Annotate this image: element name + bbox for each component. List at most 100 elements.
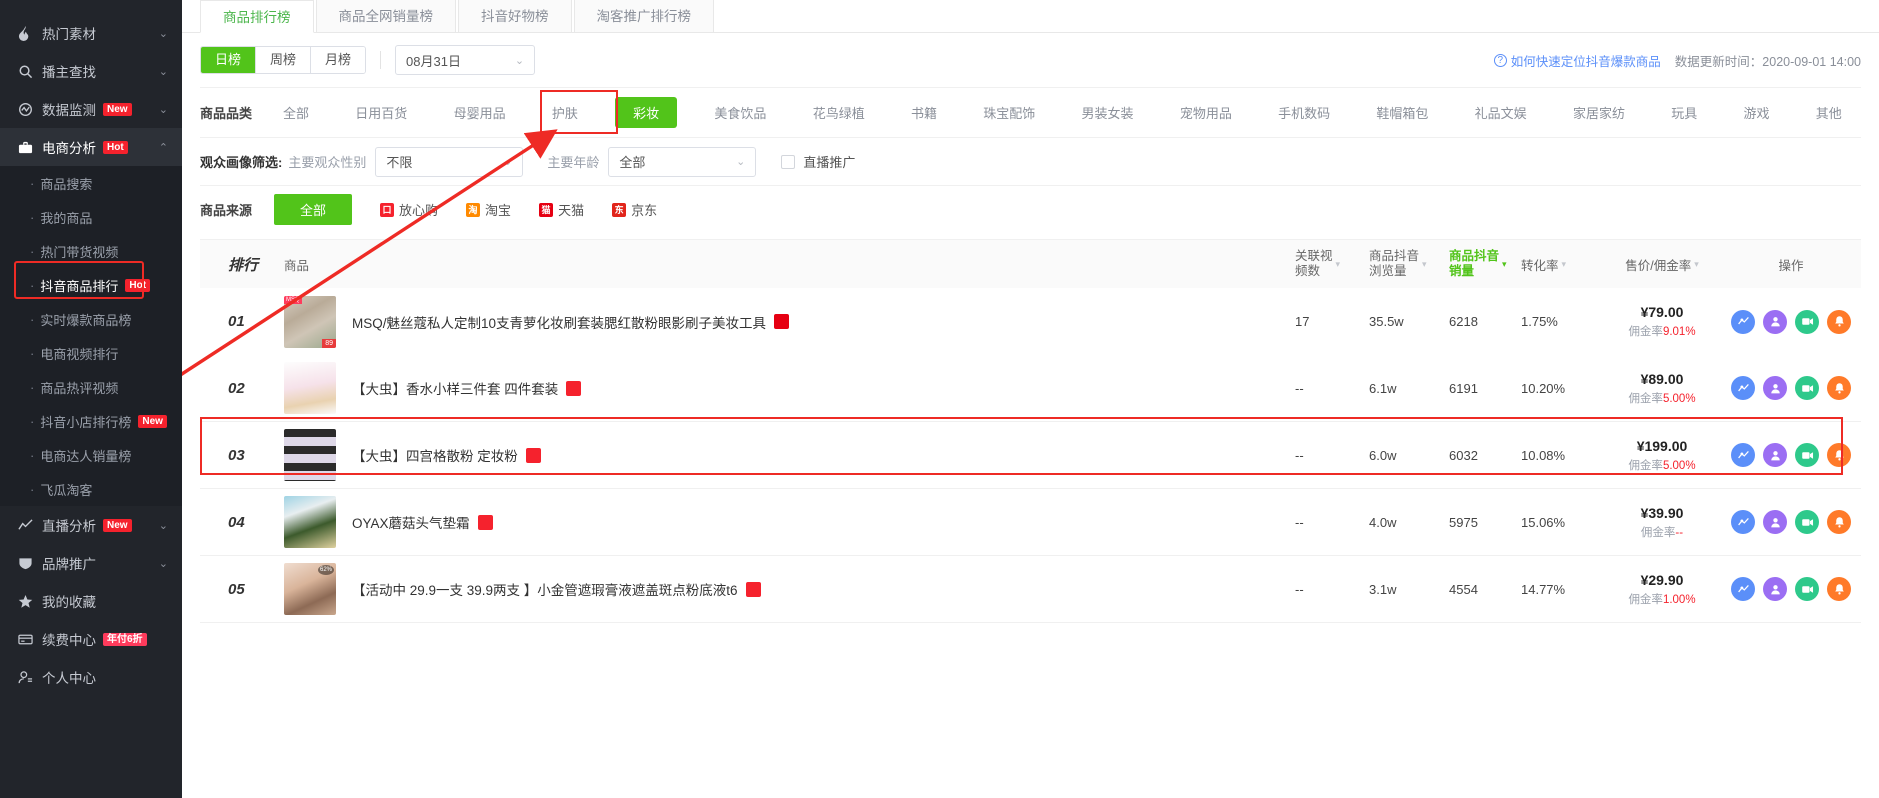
sidebar-item-feigua-taoke[interactable]: · 飞瓜淘客 [0,472,182,506]
category-option-digital[interactable]: 手机数码 [1269,98,1339,127]
category-option-maternal[interactable]: 母婴用品 [445,98,515,127]
column-header-sales[interactable]: 商品抖音 销量 ▾ [1449,249,1521,279]
row-product-cell[interactable]: 【大虫】四宫格散粉 定妆粉 [284,429,1295,481]
category-option-gifts[interactable]: 礼品文娱 [1466,98,1536,127]
product-thumbnail[interactable] [284,429,336,481]
tab-douyin-goods[interactable]: 抖音好物榜 [458,0,572,32]
period-segmented-control[interactable]: 日榜 周榜 月榜 [200,46,367,74]
video-play-icon[interactable] [1795,577,1819,601]
help-link[interactable]: ? 如何快速定位抖音爆款商品 [1493,51,1661,70]
product-thumbnail[interactable] [284,362,336,414]
table-row[interactable]: 04 OYAX蘑菇头气垫霜 -- 4.0w 5975 15.06% ¥39.90… [200,489,1861,556]
category-option-makeup[interactable]: 彩妆 [615,97,678,128]
sidebar-item-brand-promotion[interactable]: 品牌推广 ⌄ [0,544,182,582]
product-thumbnail[interactable] [284,496,336,548]
source-option-fangxingou[interactable]: 口 放心购 [380,200,438,219]
trend-chart-icon[interactable] [1731,443,1755,467]
period-option-weekly[interactable]: 周榜 [256,47,312,73]
category-option-all[interactable]: 全部 [274,98,318,127]
alert-bell-icon[interactable] [1827,376,1851,400]
source-option-taobao[interactable]: 淘 淘宝 [466,200,511,219]
sidebar-item-product-review-videos[interactable]: · 商品热评视频 [0,370,182,404]
column-header-views[interactable]: 商品抖音 浏览量 ▾ [1369,249,1449,279]
sidebar-item-influencer-sales-ranking[interactable]: · 电商达人销量榜 [0,438,182,472]
live-promo-checkbox[interactable] [781,154,796,169]
video-play-icon[interactable] [1795,376,1819,400]
product-thumbnail[interactable]: 62% [284,563,336,615]
trend-chart-icon[interactable] [1731,309,1755,334]
alert-bell-icon[interactable] [1827,443,1851,467]
author-icon[interactable] [1763,376,1787,400]
sidebar-item-my-products[interactable]: · 我的商品 [0,200,182,234]
product-thumbnail[interactable]: MSQ 89 [284,295,336,348]
product-name[interactable]: 【大虫】四宫格散粉 定妆粉 [352,445,518,465]
column-header-price-commission[interactable]: 售价/佣金率 ▾ [1603,255,1721,274]
category-option-food-drink[interactable]: 美食饮品 [705,98,775,127]
sidebar-item-data-monitor[interactable]: 数据监测 New ⌄ [0,90,182,128]
sidebar-item-realtime-hot-products[interactable]: · 实时爆款商品榜 [0,302,182,336]
sidebar-item-renewal-center[interactable]: 续费中心 年付6折 [0,620,182,658]
period-option-monthly[interactable]: 月榜 [311,47,366,73]
sidebar-item-live-analysis[interactable]: 直播分析 New ⌄ [0,506,182,544]
source-option-all[interactable]: 全部 [274,194,353,225]
category-option-games[interactable]: 游戏 [1735,98,1779,127]
table-row[interactable]: 05 62% 【活动中 29.9一支 39.9两支 】小金管遮瑕膏液遮盖斑点粉底… [200,556,1861,623]
table-row[interactable]: 02 【大虫】香水小样三件套 四件套装 -- 6.1w 6191 10.20% … [200,355,1861,422]
video-play-icon[interactable] [1795,443,1819,467]
sort-arrow-icon[interactable]: ▾ [1336,259,1341,270]
trend-chart-icon[interactable] [1731,376,1755,400]
author-icon[interactable] [1763,577,1787,601]
column-header-video-count[interactable]: 关联视 频数 ▾ [1295,249,1369,279]
source-option-tmall[interactable]: 猫 天猫 [539,200,584,219]
author-icon[interactable] [1763,309,1787,334]
row-product-cell[interactable]: 62% 【活动中 29.9一支 39.9两支 】小金管遮瑕膏液遮盖斑点粉底液t6 [284,563,1295,615]
row-product-cell[interactable]: OYAX蘑菇头气垫霜 [284,496,1295,548]
tab-taoke-promotion-ranking[interactable]: 淘客推广排行榜 [573,0,714,32]
product-name[interactable]: MSQ/魅丝蔻私人定制10支青萝化妆刷套装腮红散粉眼影刷子美妆工具 [352,312,766,332]
alert-bell-icon[interactable] [1827,577,1851,601]
sidebar-item-product-search[interactable]: · 商品搜索 [0,166,182,200]
sidebar-item-ecommerce-video-ranking[interactable]: · 电商视频排行 [0,336,182,370]
chevron-down-icon[interactable]: ⌄ [159,557,168,570]
product-name[interactable]: 【大虫】香水小样三件套 四件套装 [352,378,558,398]
sort-arrow-icon[interactable]: ▾ [1694,259,1699,270]
row-product-cell[interactable]: 【大虫】香水小样三件套 四件套装 [284,362,1295,414]
category-option-toys[interactable]: 玩具 [1662,98,1706,127]
author-icon[interactable] [1763,510,1787,534]
category-option-jewelry[interactable]: 珠宝配饰 [974,98,1044,127]
table-row[interactable]: 01 MSQ 89 MSQ/魅丝蔻私人定制10支青萝化妆刷套装腮红散粉眼影刷子美… [200,288,1861,355]
video-play-icon[interactable] [1795,510,1819,534]
tab-product-ranking[interactable]: 商品排行榜 [200,0,314,33]
category-option-shoes-bags[interactable]: 鞋帽箱包 [1367,98,1437,127]
category-option-plants[interactable]: 花鸟绿植 [804,98,874,127]
sidebar-item-hot-sales-videos[interactable]: · 热门带货视频 [0,234,182,268]
sidebar-item-my-favorites[interactable]: 我的收藏 [0,582,182,620]
date-select[interactable]: 08月31日 ⌄ [395,45,536,75]
product-name[interactable]: OYAX蘑菇头气垫霜 [352,512,470,532]
period-option-daily[interactable]: 日榜 [201,47,257,73]
chevron-down-icon[interactable]: ⌄ [159,27,168,40]
sidebar-item-hot-material[interactable]: 热门素材 ⌄ [0,14,182,52]
chevron-up-icon[interactable]: ⌃ [159,141,168,154]
sidebar-item-douyin-shop-ranking[interactable]: · 抖音小店排行榜 New [0,404,182,438]
tab-全网销量榜[interactable]: 商品全网销量榜 [315,0,456,32]
category-option-skincare[interactable]: 护肤 [543,98,587,127]
sort-arrow-icon[interactable]: ▾ [1562,259,1567,270]
sidebar-item-douyin-product-ranking[interactable]: · 抖音商品排行 Hot [0,268,182,302]
chevron-down-icon[interactable]: ⌄ [159,65,168,78]
category-option-daily-goods[interactable]: 日用百货 [346,98,416,127]
chevron-down-icon[interactable]: ⌄ [159,519,168,532]
product-name[interactable]: 【活动中 29.9一支 39.9两支 】小金管遮瑕膏液遮盖斑点粉底液t6 [352,579,738,599]
live-promo-checkbox-wrap[interactable]: 直播推广 [781,152,855,171]
sidebar-item-anchor-search[interactable]: 播主查找 ⌄ [0,52,182,90]
audience-age-select[interactable]: 全部 ⌄ [608,146,757,177]
video-play-icon[interactable] [1795,309,1819,334]
author-icon[interactable] [1763,443,1787,467]
category-option-clothing[interactable]: 男装女装 [1073,98,1143,127]
source-option-jd[interactable]: 东 京东 [612,200,657,219]
sidebar-item-personal-center[interactable]: 个人中心 [0,658,182,696]
alert-bell-icon[interactable] [1827,309,1851,334]
sort-arrow-icon[interactable]: ▾ [1422,259,1427,270]
row-product-cell[interactable]: MSQ 89 MSQ/魅丝蔻私人定制10支青萝化妆刷套装腮红散粉眼影刷子美妆工具 [284,295,1295,348]
table-row[interactable]: 03 【大虫】四宫格散粉 定妆粉 -- 6.0w 6032 10.08% ¥19… [200,422,1861,489]
